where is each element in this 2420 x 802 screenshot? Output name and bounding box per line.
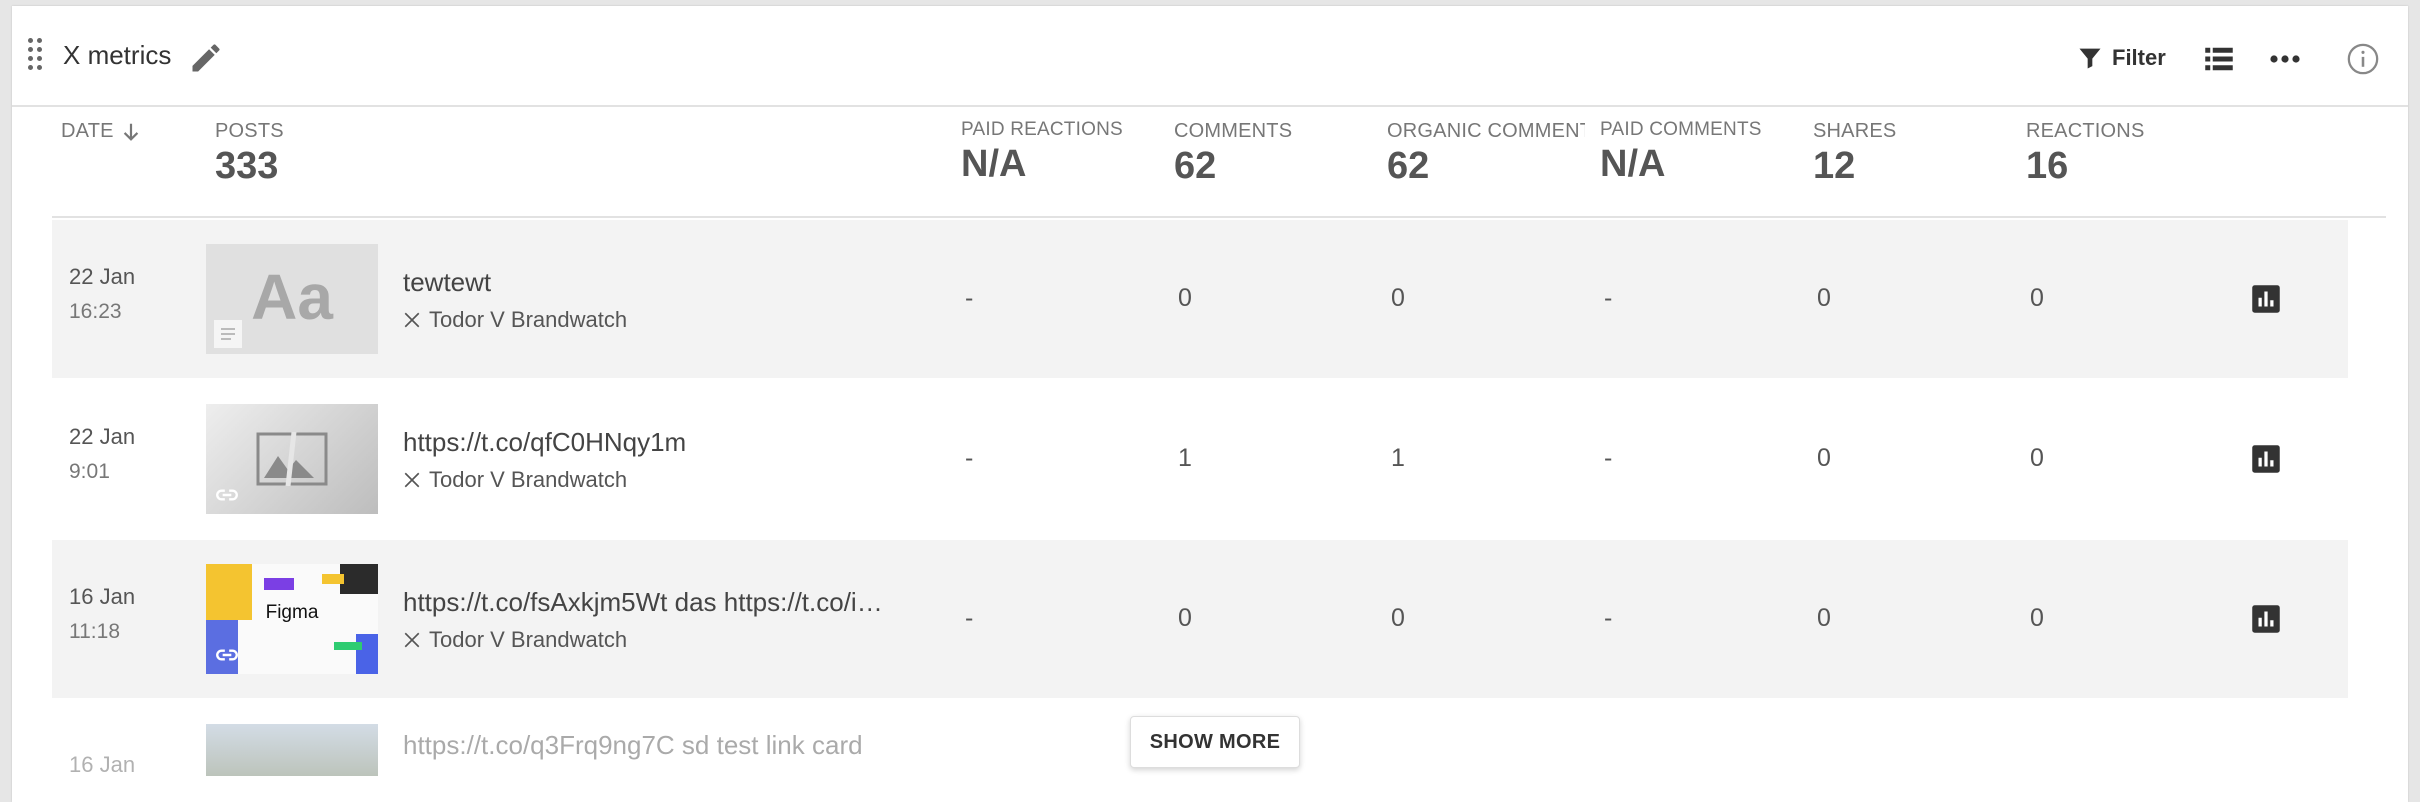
link-icon [216,489,238,501]
post-insights-chart-icon[interactable] [2251,284,2281,314]
column-header-paid-reactions[interactable]: PAID REACTIONS N/A [961,119,1123,186]
cell-shares: 0 [1817,444,1831,472]
row-date: 22 Jan [69,424,136,449]
column-label-reactions: REACTIONS [2026,120,2145,142]
cell-paid-comments: - [1604,444,1613,472]
cell-organic-comments: 0 [1391,284,1405,312]
post-author: Todor V Brandwatch [403,467,627,493]
column-label-date: DATE [61,120,114,142]
cell-paid-comments: - [1604,604,1613,632]
post-insights-chart-icon[interactable] [2251,604,2281,634]
post-author: Todor V Brandwatch [403,627,627,653]
column-header-date[interactable]: DATE [61,120,142,143]
x-logo-icon [404,632,420,648]
filter-label: Filter [2112,45,2166,70]
author-name: Todor V Brandwatch [429,307,628,332]
column-total-comments: 62 [1174,145,1217,187]
column-header-organic-comments[interactable]: ORGANIC COMMENTS 62 [1387,120,1585,188]
column-header-paid-comments[interactable]: PAID COMMENTS N/A [1600,119,1762,186]
column-label-comments: COMMENTS [1174,120,1293,142]
column-total-reactions: 16 [2026,145,2069,187]
author-name: Todor V Brandwatch [429,627,628,652]
x-logo-icon [404,312,420,328]
post-insights-chart-icon[interactable] [2251,444,2281,474]
cell-comments: 0 [1178,604,1192,632]
cell-reactions: 0 [2030,604,2044,632]
column-header-shares[interactable]: SHARES 12 [1813,120,1896,188]
cell-comments: 1 [1178,444,1192,472]
column-header-reactions[interactable]: REACTIONS 16 [2026,120,2144,188]
more-options-icon[interactable] [2267,44,2303,74]
table-row[interactable]: 22 Jan 16:23 Aa tewtewt Todor V Brandwat… [52,220,2348,378]
sort-descending-arrow-icon[interactable] [120,121,142,143]
cell-paid-reactions: - [965,604,974,632]
table-row[interactable]: 22 Jan 9:01 https://t.co/qfC0HNqy1m Todo… [52,380,2348,538]
post-title[interactable]: https://t.co/fsAxkjm5Wt das https://t.co… [403,587,963,618]
post-title[interactable]: tewtewt [403,267,963,298]
post-title[interactable]: https://t.co/qfC0HNqy1m [403,427,963,458]
link-icon [216,649,238,661]
filter-funnel-icon [2079,48,2101,69]
x-metrics-widget: X metrics Filter DATE POSTS 333 PAID REA… [12,6,2408,802]
thumb-tile-small-yellow [322,574,344,584]
cell-reactions: 0 [2030,284,2044,312]
post-thumbnail[interactable]: Figma [206,564,378,674]
author-name: Todor V Brandwatch [429,467,628,492]
column-total-organic-comments: 62 [1387,145,1430,187]
cell-shares: 0 [1817,604,1831,632]
list-view-icon[interactable] [2204,44,2234,74]
thumb-tile-green [334,642,362,650]
column-label-posts: POSTS [215,120,284,142]
post-thumbnail[interactable]: Aa [206,244,378,354]
thumb-tile-purple [264,578,294,590]
post-title[interactable]: https://t.co/q3Frq9ng7C sd test link car… [403,730,963,761]
x-logo-icon [404,472,420,488]
widget-header: X metrics Filter [12,6,2408,107]
column-label-organic-comments: ORGANIC COMMENTS [1387,120,1585,142]
row-date: 16 Jan [69,752,136,776]
cell-shares: 0 [1817,284,1831,312]
column-total-paid-reactions: N/A [961,143,1027,185]
column-label-paid-reactions: PAID REACTIONS [961,119,1123,140]
row-date: 22 Jan [69,264,136,289]
table-row[interactable]: 16 Jan 11:18 Figma https://t.co/fsAxkjm5… [52,540,2348,698]
column-label-shares: SHARES [1813,120,1897,142]
header-divider [52,216,2386,218]
thumbnail-text: Figma [265,602,319,623]
post-thumbnail[interactable] [206,404,378,514]
cell-paid-reactions: - [965,444,974,472]
row-time: 9:01 [69,460,110,483]
thumb-tile-blue-right [356,634,378,674]
cell-organic-comments: 0 [1391,604,1405,632]
column-total-posts: 333 [215,145,279,187]
broken-image-icon [256,432,328,486]
column-label-paid-comments: PAID COMMENTS [1600,119,1762,140]
text-post-icon [214,320,242,348]
thumb-tile-dark [340,564,378,594]
cell-paid-comments: - [1604,284,1613,312]
widget-title: X metrics [63,40,172,70]
column-total-shares: 12 [1813,145,1856,187]
row-time: 16:23 [69,300,122,323]
post-thumbnail[interactable] [206,724,378,776]
column-header-posts[interactable]: POSTS 333 [215,120,284,188]
cell-comments: 0 [1178,284,1192,312]
cell-paid-reactions: - [965,284,974,312]
post-author: Todor V Brandwatch [403,307,627,333]
show-more-button[interactable]: SHOW MORE [1130,716,1300,768]
row-date: 16 Jan [69,584,136,609]
info-icon[interactable] [2346,42,2380,76]
column-header-comments[interactable]: COMMENTS 62 [1174,120,1292,188]
column-total-paid-comments: N/A [1600,143,1666,185]
cell-organic-comments: 1 [1391,444,1405,472]
filter-button[interactable]: Filter [2076,40,2166,76]
row-time: 11:18 [69,620,120,643]
edit-pencil-icon[interactable] [188,40,224,76]
drag-handle-icon[interactable] [28,38,44,78]
cell-reactions: 0 [2030,444,2044,472]
